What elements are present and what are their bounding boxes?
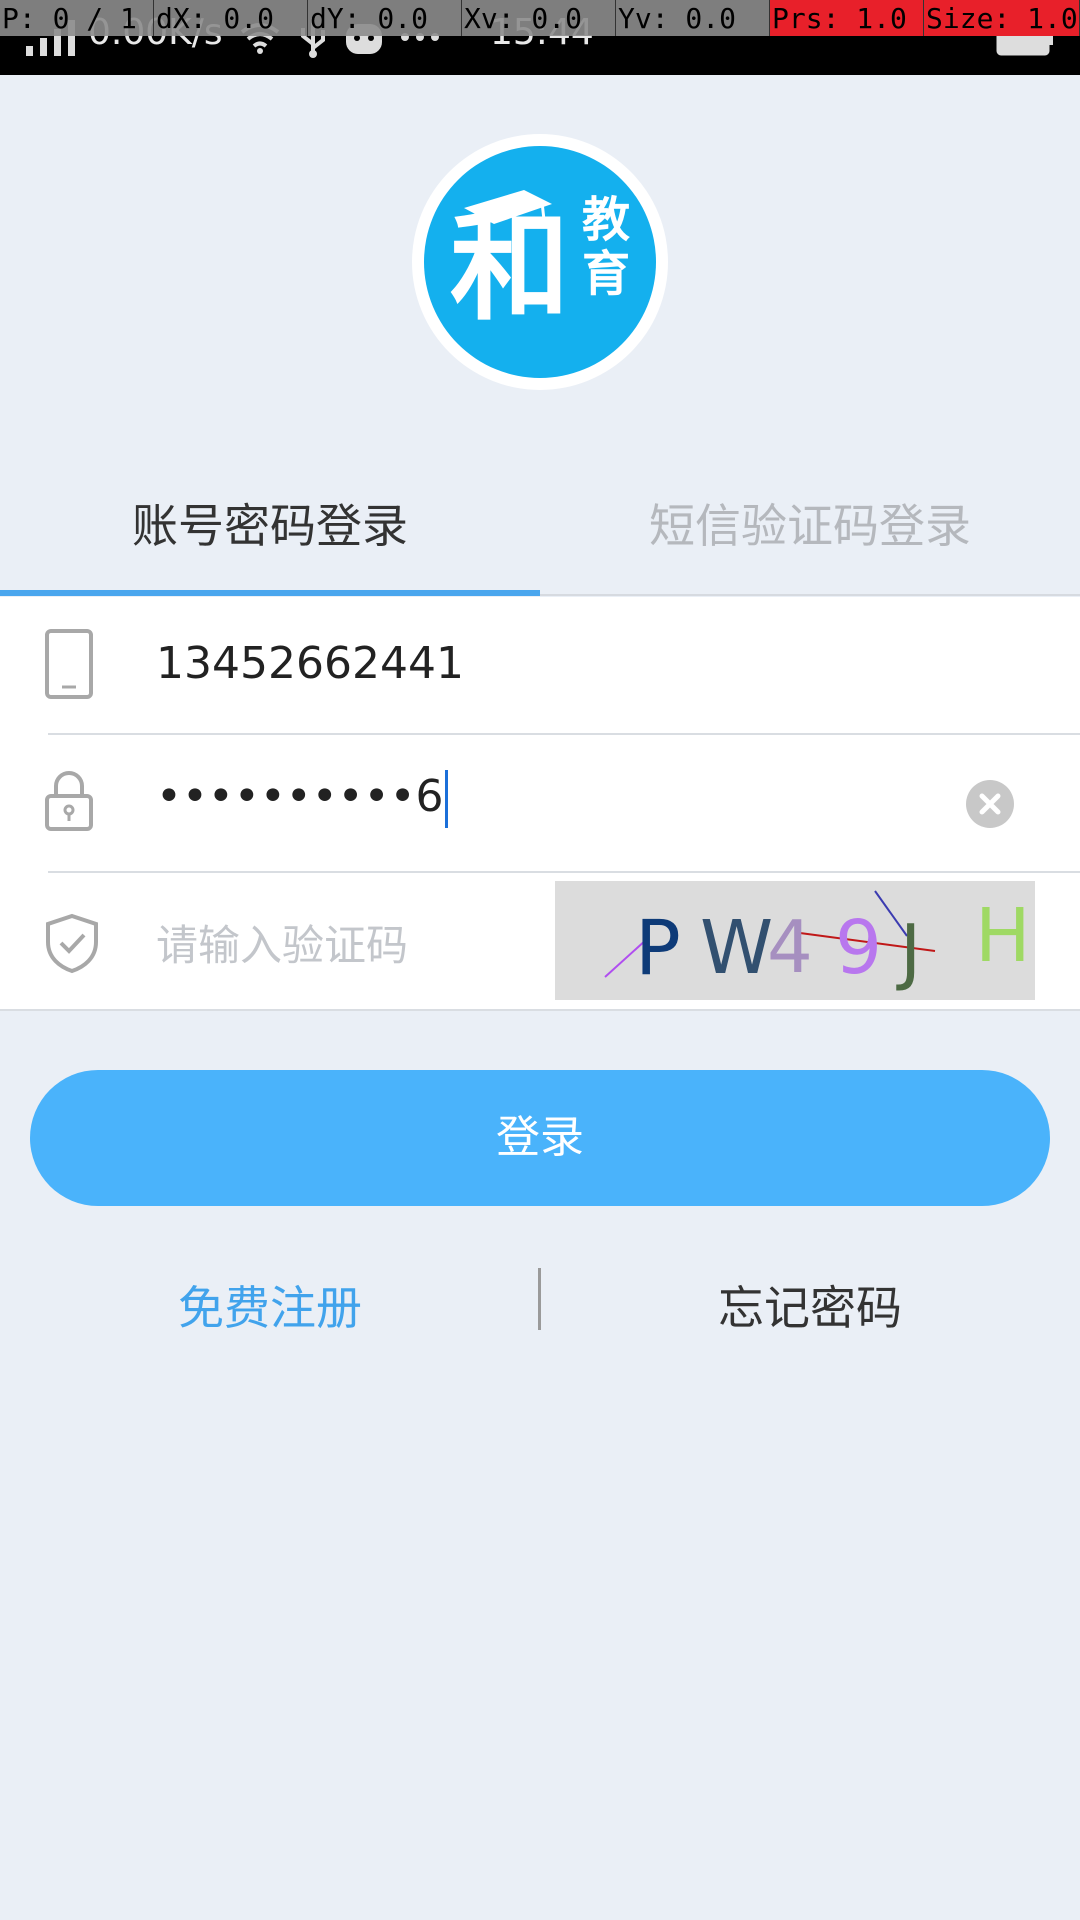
close-icon	[979, 793, 1001, 815]
debug-xv: Xv: 0.0	[462, 0, 616, 36]
forgot-password-link[interactable]: 忘记密码	[540, 1272, 1080, 1338]
password-input[interactable]: ••••••••••6	[156, 770, 448, 828]
captcha-image[interactable]: P W 4 9 J H	[555, 881, 1035, 1000]
phone-icon	[45, 629, 93, 699]
logo-side-char-2: 育	[582, 246, 631, 302]
tab-sms-code-login[interactable]: 短信验证码登录	[540, 490, 1080, 556]
pointer-debug-overlay: P: 0 / 1 dX: 0.0 dY: 0.0 Xv: 0.0 Yv: 0.0…	[0, 0, 1080, 36]
field-separator	[48, 871, 1080, 873]
debug-prs: Prs: 1.0	[770, 0, 924, 36]
captcha-char: J	[900, 909, 922, 993]
active-tab-indicator	[0, 590, 540, 596]
debug-dx: dX: 0.0	[154, 0, 308, 36]
logo-side-char-1: 教	[582, 192, 631, 248]
clear-password-button[interactable]	[966, 780, 1014, 828]
register-link[interactable]: 免费注册	[0, 1272, 540, 1338]
phone-input[interactable]: 13452662441	[156, 638, 464, 689]
captcha-char: P	[635, 903, 681, 992]
debug-yv: Yv: 0.0	[616, 0, 770, 36]
captcha-char: W	[700, 905, 774, 991]
captcha-input[interactable]: 请输入验证码	[156, 912, 408, 973]
captcha-char: H	[975, 893, 1031, 979]
app-logo: 和 教 育	[424, 146, 656, 378]
shield-check-icon	[46, 913, 98, 974]
debug-dy: dY: 0.0	[308, 0, 462, 36]
text-caret	[444, 770, 448, 828]
logo-main-char: 和	[450, 198, 570, 337]
debug-pointer: P: 0 / 1	[0, 0, 154, 36]
debug-size: Size: 1.0	[924, 0, 1080, 36]
tab-account-password-login[interactable]: 账号密码登录	[0, 490, 540, 556]
lock-icon	[45, 771, 93, 831]
captcha-char: 4	[767, 905, 813, 989]
field-separator	[48, 733, 1080, 735]
login-button[interactable]: 登录	[30, 1070, 1050, 1206]
password-value: ••••••••••6	[156, 771, 444, 822]
captcha-char: 9	[835, 905, 883, 991]
